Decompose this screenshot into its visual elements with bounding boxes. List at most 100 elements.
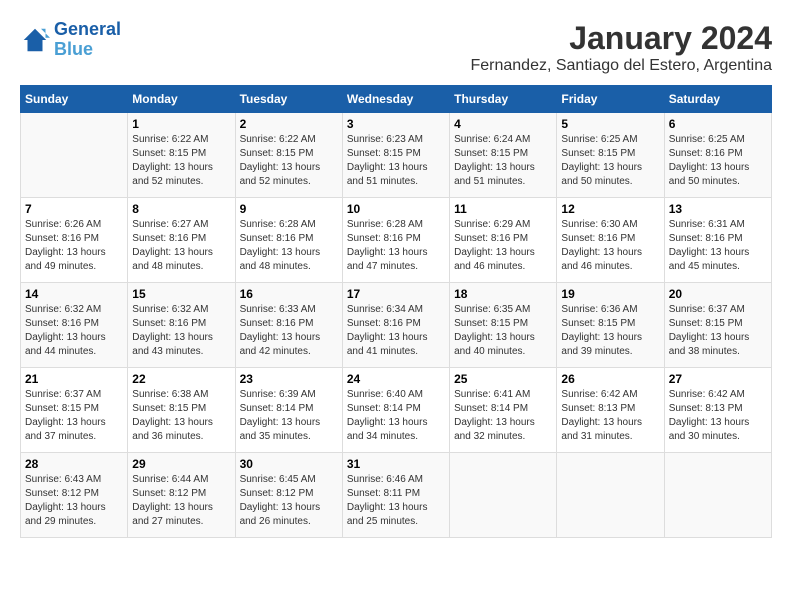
- calendar-cell: 30 Sunrise: 6:45 AMSunset: 8:12 PMDayligh…: [235, 453, 342, 538]
- day-number: 26: [561, 372, 659, 386]
- calendar-cell: [450, 453, 557, 538]
- col-thursday: Thursday: [450, 86, 557, 113]
- calendar-cell: [557, 453, 664, 538]
- calendar-cell: 10 Sunrise: 6:28 AMSunset: 8:16 PMDayligh…: [342, 198, 449, 283]
- day-info: Sunrise: 6:38 AMSunset: 8:15 PMDaylight:…: [132, 388, 230, 444]
- day-number: 24: [347, 372, 445, 386]
- calendar-cell: 13Sunrise: 6:31 AMSunset: 8:16 PMDayligh…: [664, 198, 771, 283]
- calendar-cell: 20 Sunrise: 6:37 AMSunset: 8:15 PMDayligh…: [664, 283, 771, 368]
- day-info: Sunrise: 6:23 AMSunset: 8:15 PMDaylight:…: [347, 133, 445, 189]
- calendar-cell: 24 Sunrise: 6:40 AMSunset: 8:14 PMDayligh…: [342, 368, 449, 453]
- calendar-cell: 4 Sunrise: 6:24 AMSunset: 8:15 PMDaylight…: [450, 113, 557, 198]
- calendar-cell: 18 Sunrise: 6:35 AMSunset: 8:15 PMDayligh…: [450, 283, 557, 368]
- calendar-cell: 23 Sunrise: 6:39 AMSunset: 8:14 PMDayligh…: [235, 368, 342, 453]
- day-info: Sunrise: 6:37 AMSunset: 8:15 PMDaylight:…: [669, 303, 767, 359]
- day-info: Sunrise: 6:22 AMSunset: 8:15 PMDaylight:…: [240, 133, 338, 189]
- calendar-week-row: 28 Sunrise: 6:43 AMSunset: 8:12 PMDayligh…: [21, 453, 772, 538]
- calendar-cell: 31 Sunrise: 6:46 AMSunset: 8:11 PMDayligh…: [342, 453, 449, 538]
- calendar-cell: 14Sunrise: 6:32 AMSunset: 8:16 PMDayligh…: [21, 283, 128, 368]
- day-info: Sunrise: 6:42 AMSunset: 8:13 PMDaylight:…: [561, 388, 659, 444]
- day-info: Sunrise: 6:42 AMSunset: 8:13 PMDaylight:…: [669, 388, 767, 444]
- day-number: 30: [240, 457, 338, 471]
- calendar-week-row: 14Sunrise: 6:32 AMSunset: 8:16 PMDayligh…: [21, 283, 772, 368]
- day-number: 13: [669, 202, 767, 216]
- day-number: 28: [25, 457, 123, 471]
- col-tuesday: Tuesday: [235, 86, 342, 113]
- day-info: Sunrise: 6:25 AMSunset: 8:15 PMDaylight:…: [561, 133, 659, 189]
- day-info: Sunrise: 6:32 AMSunset: 8:16 PMDaylight:…: [25, 303, 123, 359]
- calendar-cell: 5 Sunrise: 6:25 AMSunset: 8:15 PMDaylight…: [557, 113, 664, 198]
- day-number: 19: [561, 287, 659, 301]
- calendar-week-row: 21 Sunrise: 6:37 AMSunset: 8:15 PMDayligh…: [21, 368, 772, 453]
- calendar-cell: 29Sunrise: 6:44 AMSunset: 8:12 PMDayligh…: [128, 453, 235, 538]
- day-info: Sunrise: 6:28 AMSunset: 8:16 PMDaylight:…: [347, 218, 445, 274]
- day-info: Sunrise: 6:46 AMSunset: 8:11 PMDaylight:…: [347, 473, 445, 529]
- month-title: January 2024: [470, 20, 772, 57]
- calendar-cell: 28 Sunrise: 6:43 AMSunset: 8:12 PMDayligh…: [21, 453, 128, 538]
- day-number: 21: [25, 372, 123, 386]
- day-number: 5: [561, 117, 659, 131]
- day-number: 31: [347, 457, 445, 471]
- calendar-cell: 21 Sunrise: 6:37 AMSunset: 8:15 PMDayligh…: [21, 368, 128, 453]
- calendar-table: Sunday Monday Tuesday Wednesday Thursday…: [20, 85, 772, 538]
- day-number: 20: [669, 287, 767, 301]
- calendar-cell: 1Sunrise: 6:22 AMSunset: 8:15 PMDaylight…: [128, 113, 235, 198]
- col-monday: Monday: [128, 86, 235, 113]
- col-wednesday: Wednesday: [342, 86, 449, 113]
- day-info: Sunrise: 6:40 AMSunset: 8:14 PMDaylight:…: [347, 388, 445, 444]
- logo-text: General Blue: [54, 20, 121, 60]
- calendar-cell: 19Sunrise: 6:36 AMSunset: 8:15 PMDayligh…: [557, 283, 664, 368]
- day-info: Sunrise: 6:32 AMSunset: 8:16 PMDaylight:…: [132, 303, 230, 359]
- calendar-cell: 22Sunrise: 6:38 AMSunset: 8:15 PMDayligh…: [128, 368, 235, 453]
- day-number: 7: [25, 202, 123, 216]
- page-header: General Blue January 2024 Fernandez, San…: [20, 20, 772, 75]
- day-number: 2: [240, 117, 338, 131]
- day-info: Sunrise: 6:34 AMSunset: 8:16 PMDaylight:…: [347, 303, 445, 359]
- day-number: 8: [132, 202, 230, 216]
- calendar-cell: [664, 453, 771, 538]
- calendar-cell: 27 Sunrise: 6:42 AMSunset: 8:13 PMDayligh…: [664, 368, 771, 453]
- day-number: 25: [454, 372, 552, 386]
- calendar-cell: 6 Sunrise: 6:25 AMSunset: 8:16 PMDaylight…: [664, 113, 771, 198]
- header-row: Sunday Monday Tuesday Wednesday Thursday…: [21, 86, 772, 113]
- day-info: Sunrise: 6:25 AMSunset: 8:16 PMDaylight:…: [669, 133, 767, 189]
- calendar-cell: 11Sunrise: 6:29 AMSunset: 8:16 PMDayligh…: [450, 198, 557, 283]
- calendar-week-row: 7Sunrise: 6:26 AMSunset: 8:16 PMDaylight…: [21, 198, 772, 283]
- day-info: Sunrise: 6:30 AMSunset: 8:16 PMDaylight:…: [561, 218, 659, 274]
- day-info: Sunrise: 6:43 AMSunset: 8:12 PMDaylight:…: [25, 473, 123, 529]
- day-number: 23: [240, 372, 338, 386]
- calendar-cell: [21, 113, 128, 198]
- calendar-cell: 15 Sunrise: 6:32 AMSunset: 8:16 PMDayligh…: [128, 283, 235, 368]
- day-info: Sunrise: 6:41 AMSunset: 8:14 PMDaylight:…: [454, 388, 552, 444]
- day-info: Sunrise: 6:33 AMSunset: 8:16 PMDaylight:…: [240, 303, 338, 359]
- calendar-cell: 7Sunrise: 6:26 AMSunset: 8:16 PMDaylight…: [21, 198, 128, 283]
- day-number: 4: [454, 117, 552, 131]
- calendar-cell: 26 Sunrise: 6:42 AMSunset: 8:13 PMDayligh…: [557, 368, 664, 453]
- day-number: 17: [347, 287, 445, 301]
- day-info: Sunrise: 6:45 AMSunset: 8:12 PMDaylight:…: [240, 473, 338, 529]
- day-number: 3: [347, 117, 445, 131]
- day-info: Sunrise: 6:44 AMSunset: 8:12 PMDaylight:…: [132, 473, 230, 529]
- col-friday: Friday: [557, 86, 664, 113]
- day-number: 27: [669, 372, 767, 386]
- day-info: Sunrise: 6:39 AMSunset: 8:14 PMDaylight:…: [240, 388, 338, 444]
- day-number: 12: [561, 202, 659, 216]
- col-sunday: Sunday: [21, 86, 128, 113]
- day-number: 18: [454, 287, 552, 301]
- day-info: Sunrise: 6:24 AMSunset: 8:15 PMDaylight:…: [454, 133, 552, 189]
- logo-icon: [20, 25, 50, 55]
- day-number: 10: [347, 202, 445, 216]
- day-info: Sunrise: 6:37 AMSunset: 8:15 PMDaylight:…: [25, 388, 123, 444]
- calendar-cell: 8Sunrise: 6:27 AMSunset: 8:16 PMDaylight…: [128, 198, 235, 283]
- calendar-cell: 16Sunrise: 6:33 AMSunset: 8:16 PMDayligh…: [235, 283, 342, 368]
- calendar-cell: 2 Sunrise: 6:22 AMSunset: 8:15 PMDaylight…: [235, 113, 342, 198]
- col-saturday: Saturday: [664, 86, 771, 113]
- day-number: 11: [454, 202, 552, 216]
- day-number: 15: [132, 287, 230, 301]
- location: Fernandez, Santiago del Estero, Argentin…: [470, 57, 772, 75]
- logo: General Blue: [20, 20, 121, 60]
- day-info: Sunrise: 6:35 AMSunset: 8:15 PMDaylight:…: [454, 303, 552, 359]
- day-number: 6: [669, 117, 767, 131]
- calendar-cell: 25 Sunrise: 6:41 AMSunset: 8:14 PMDayligh…: [450, 368, 557, 453]
- day-number: 1: [132, 117, 230, 131]
